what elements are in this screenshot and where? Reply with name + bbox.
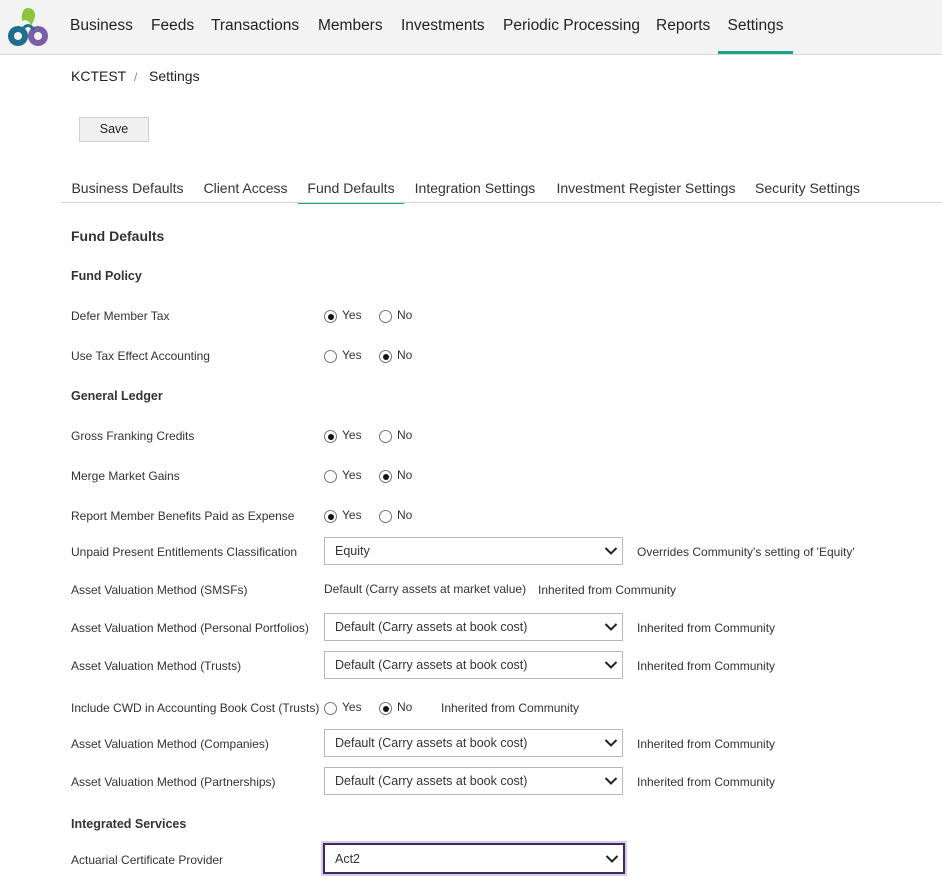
asset-valuation-trusts-note: Inherited from Community [637,659,776,673]
nav-reports[interactable]: Reports [656,0,710,52]
radio-yes-label: Yes [342,348,362,362]
asset-valuation-partnerships-note: Inherited from Community [637,775,776,789]
merge-market-gains-no-radio[interactable] [379,470,392,483]
use-tax-effect-accounting-no-radio[interactable] [379,350,392,363]
defer-member-tax-yes-radio[interactable] [324,310,337,323]
radio-yes-label: Yes [342,308,362,322]
report-member-benefits-no-radio[interactable] [379,510,392,523]
radio-no-label: No [397,348,413,362]
select-value: Default (Carry assets at book cost) [335,736,528,750]
radio-yes-label: Yes [342,700,362,714]
top-navigation: Business Feeds Transactions Members Inve… [0,0,942,55]
save-button[interactable]: Save [79,117,149,142]
nav-settings[interactable]: Settings [718,0,793,54]
radio-yes-label: Yes [342,468,362,482]
nav-business[interactable]: Business [70,0,133,52]
include-cwd-label: Include CWD in Accounting Book Cost (Tru… [71,701,320,715]
radio-yes-label: Yes [342,508,362,522]
actuarial-certificate-provider-label: Actuarial Certificate Provider [71,853,224,867]
radio-no-label: No [397,468,413,482]
select-value: Equity [335,544,370,558]
unpaid-present-entitlements-select[interactable]: Equity [324,537,623,565]
chevron-down-icon [604,739,618,747]
chevron-down-icon [605,855,619,863]
asset-valuation-partnerships-select[interactable]: Default (Carry assets at book cost) [324,767,623,795]
fund-policy-heading: Fund Policy [71,269,142,283]
nav-periodic-processing[interactable]: Periodic Processing [503,0,640,52]
tab-client-access[interactable]: Client Access [203,180,288,202]
asset-valuation-companies-note: Inherited from Community [637,737,776,751]
asset-valuation-companies-label: Asset Valuation Method (Companies) [71,737,269,751]
chevron-down-icon [604,661,618,669]
asset-valuation-partnerships-label: Asset Valuation Method (Partnerships) [71,775,276,789]
tab-business-defaults[interactable]: Business Defaults [71,180,184,202]
radio-no-label: No [397,308,413,322]
radio-no-label: No [397,508,413,522]
unpaid-present-entitlements-note: Overrides Community's setting of 'Equity… [637,545,855,559]
report-member-benefits-label: Report Member Benefits Paid as Expense [71,509,295,523]
select-value: Default (Carry assets at book cost) [335,620,528,634]
select-value: Default (Carry assets at book cost) [335,658,528,672]
asset-valuation-smsfs-value: Default (Carry assets at market value) [324,582,527,596]
merge-market-gains-yes-radio[interactable] [324,470,337,483]
asset-valuation-personal-label: Asset Valuation Method (Personal Portfol… [71,621,309,635]
breadcrumb-current: Settings [149,68,200,84]
use-tax-effect-accounting-label: Use Tax Effect Accounting [71,349,210,363]
integrated-services-heading: Integrated Services [71,817,187,831]
include-cwd-no-radio[interactable] [379,702,392,715]
chevron-down-icon [604,623,618,631]
merge-market-gains-label: Merge Market Gains [71,469,180,483]
tab-divider [61,202,942,203]
report-member-benefits-yes-radio[interactable] [324,510,337,523]
tab-investment-register-settings[interactable]: Investment Register Settings [556,180,736,202]
select-value: Act2 [335,852,361,866]
defer-member-tax-no-radio[interactable] [379,310,392,323]
radio-no-label: No [397,428,413,442]
chevron-down-icon [604,777,618,785]
asset-valuation-personal-note: Inherited from Community [637,621,776,635]
actuarial-certificate-provider-select[interactable]: Act2 [323,843,625,874]
asset-valuation-trusts-select[interactable]: Default (Carry assets at book cost) [324,651,623,679]
use-tax-effect-accounting-yes-radio[interactable] [324,350,337,363]
include-cwd-note: Inherited from Community [441,701,580,715]
gross-franking-credits-yes-radio[interactable] [324,430,337,443]
unpaid-present-entitlements-label: Unpaid Present Entitlements Classificati… [71,545,298,559]
section-title: Fund Defaults [71,228,165,244]
general-ledger-heading: General Ledger [71,389,163,403]
defer-member-tax-label: Defer Member Tax [71,309,170,323]
nav-investments[interactable]: Investments [401,0,485,52]
breadcrumb-separator: / [134,70,138,84]
asset-valuation-smsfs-label: Asset Valuation Method (SMSFs) [71,583,248,597]
asset-valuation-personal-select[interactable]: Default (Carry assets at book cost) [324,613,623,641]
nav-members[interactable]: Members [318,0,383,52]
tab-security-settings[interactable]: Security Settings [755,180,860,202]
radio-no-label: No [397,700,413,714]
radio-yes-label: Yes [342,428,362,442]
asset-valuation-companies-select[interactable]: Default (Carry assets at book cost) [324,729,623,757]
select-value: Default (Carry assets at book cost) [335,774,528,788]
gross-franking-credits-label: Gross Franking Credits [71,429,195,443]
nav-transactions[interactable]: Transactions [211,0,299,52]
tab-integration-settings[interactable]: Integration Settings [414,180,536,202]
chevron-down-icon [604,547,618,555]
app-logo-icon[interactable] [4,4,52,50]
asset-valuation-smsfs-note: Inherited from Community [538,583,677,597]
nav-feeds[interactable]: Feeds [151,0,194,52]
gross-franking-credits-no-radio[interactable] [379,430,392,443]
breadcrumb-root[interactable]: KCTEST [71,68,126,84]
asset-valuation-trusts-label: Asset Valuation Method (Trusts) [71,659,242,673]
tab-fund-defaults[interactable]: Fund Defaults [298,180,404,204]
include-cwd-yes-radio[interactable] [324,702,337,715]
